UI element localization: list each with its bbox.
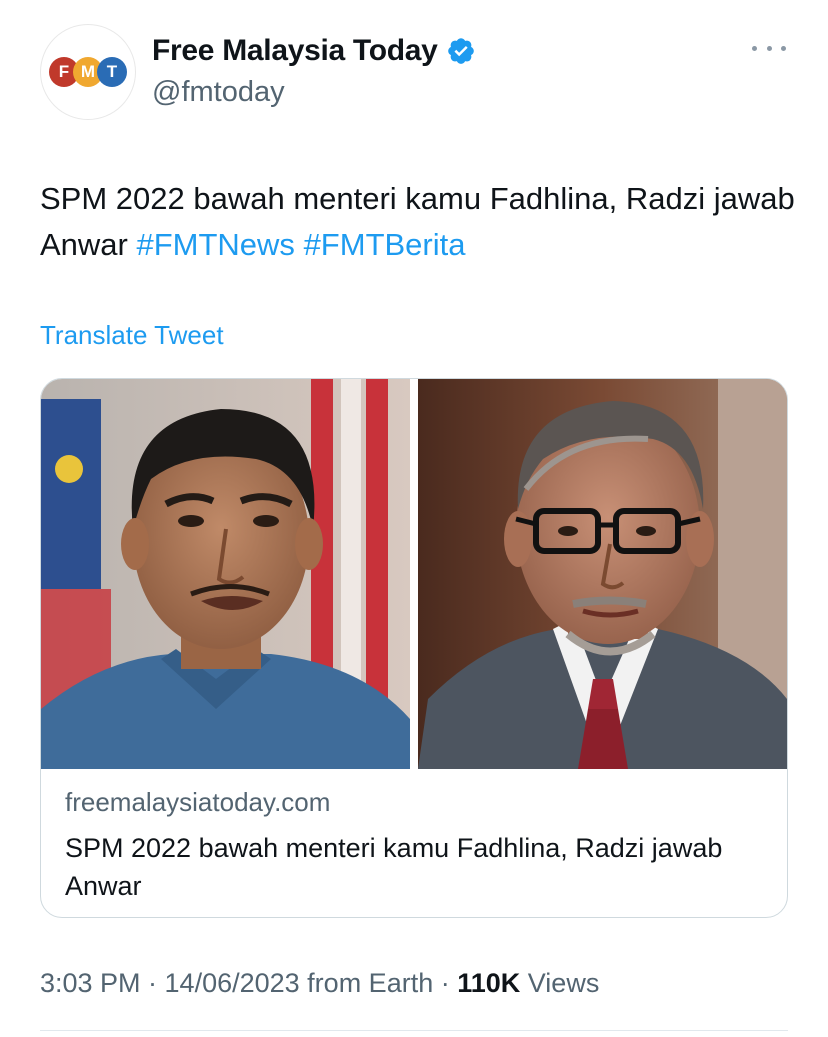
fmt-logo: F M T [49, 57, 127, 87]
more-dot [766, 45, 772, 51]
photo-of-man-with-glasses-in-suit [418, 379, 787, 769]
divider [40, 1030, 788, 1031]
logo-letter-t: T [97, 57, 127, 87]
hashtag-fmtnews[interactable]: #FMTNews [136, 227, 294, 262]
photo-of-man-in-blue-shirt [41, 379, 410, 769]
avatar[interactable]: F M T [40, 24, 136, 120]
hashtag-fmtberita[interactable]: #FMTBerita [304, 227, 466, 262]
card-image-right [418, 379, 787, 769]
card-domain: freemalaysiatoday.com [65, 787, 331, 817]
tweet-meta: 3:03 PM · 14/06/2023 from Earth · 110K V… [40, 968, 599, 999]
display-name[interactable]: Free Malaysia Today [152, 34, 438, 68]
tweet-text: SPM 2022 bawah menteri kamu Fadhlina, Ra… [40, 176, 800, 268]
views-label: Views [520, 968, 600, 998]
card-image-left [41, 379, 410, 769]
verified-badge-icon [447, 38, 474, 64]
views-count[interactable]: 110K [457, 968, 520, 998]
image-divider [410, 379, 418, 769]
more-horizontal-icon[interactable] [752, 38, 786, 58]
translate-tweet-link[interactable]: Translate Tweet [40, 320, 224, 351]
timestamp[interactable]: 3:03 PM · 14/06/2023 from Earth · [40, 968, 457, 998]
link-card[interactable]: freemalaysiatoday.com SPM 2022 bawah men… [40, 378, 788, 918]
author-handle[interactable]: @fmtoday [152, 76, 285, 109]
author-name-row[interactable]: Free Malaysia Today [152, 34, 476, 68]
more-dot [752, 45, 757, 51]
more-dot [781, 45, 786, 51]
card-title: SPM 2022 bawah menteri kamu Fadhlina, Ra… [65, 833, 723, 901]
card-images[interactable] [41, 379, 787, 769]
